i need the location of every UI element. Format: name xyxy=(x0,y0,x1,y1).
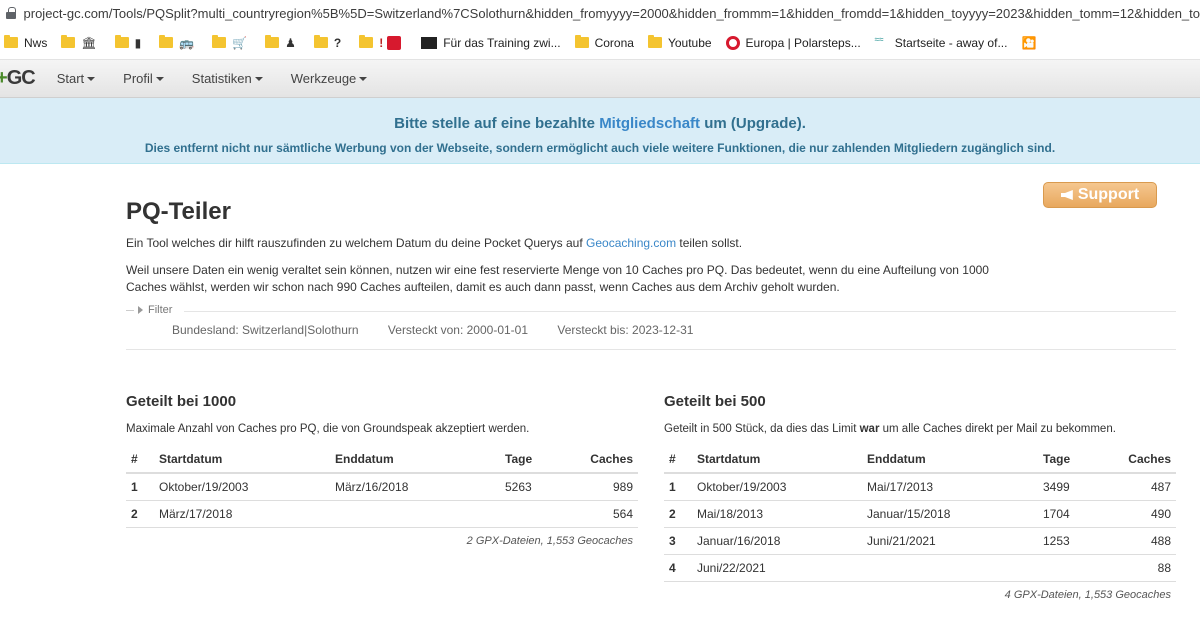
col-caches: Caches xyxy=(1098,446,1176,474)
banner-subtext: Dies entfernt nicht nur sämtliche Werbun… xyxy=(144,141,1056,155)
support-button[interactable]: Support xyxy=(1043,182,1157,208)
col-index: # xyxy=(126,446,154,474)
bookmark-person[interactable]: ♟ xyxy=(265,35,300,50)
bookmark-label: Europa | Polarsteps... xyxy=(745,35,861,50)
bookmark-phone[interactable]: ▮ xyxy=(114,35,146,50)
bookmark-polarsteps[interactable]: Europa | Polarsteps... xyxy=(725,35,861,50)
bookmark-label: Startseite - away of... xyxy=(894,35,1008,50)
folder-icon xyxy=(212,35,227,48)
col-index: # xyxy=(664,446,692,474)
phone-icon: ▮ xyxy=(134,35,142,50)
table-row: 1 Oktober/19/2003 Mai/17/2013 3499 487 xyxy=(664,473,1176,501)
nav-start[interactable]: Start xyxy=(57,71,96,86)
bookmark-label: Für das Training zwi... xyxy=(443,35,561,50)
caret-down-icon xyxy=(254,76,263,81)
project-gc-logo[interactable]: +GC xyxy=(0,67,36,90)
table-row: 2 Mai/18/2013 Januar/15/2018 1704 490 xyxy=(664,500,1176,528)
split-1000-summary: 2 GPX-Dateien, 1,553 Geocaches xyxy=(466,534,633,547)
upgrade-banner: Bitte stelle auf eine bezahlte Mitglieds… xyxy=(0,98,1200,164)
caret-down-icon xyxy=(359,76,368,81)
col-caches: Caches xyxy=(560,446,638,474)
bookmark-bank[interactable]: 🏛 xyxy=(61,35,100,50)
filter-toggle[interactable]: Filter xyxy=(126,304,172,316)
filter-region: Bundesland: Switzerland|Solothurn xyxy=(172,323,359,337)
intro-note: Weil unsere Daten ein wenig veraltet sei… xyxy=(126,263,989,294)
folder-icon xyxy=(647,35,662,48)
polarsteps-icon xyxy=(725,35,740,50)
filter-values: Bundesland: Switzerland|Solothurn Verste… xyxy=(172,323,719,337)
bookmark-youtube[interactable]: Youtube xyxy=(647,35,712,50)
bus-icon: 🚌 xyxy=(179,35,195,50)
caret-down-icon xyxy=(155,76,164,81)
bookmark-cinema[interactable]: 🎦 xyxy=(1021,36,1040,50)
bookmark-away[interactable]: ≈≈ Startseite - away of... xyxy=(874,34,1008,50)
folder-icon xyxy=(114,35,129,48)
expand-triangle-icon xyxy=(138,306,143,314)
red-favicon xyxy=(387,35,402,50)
split-500-section: Geteilt bei 500 Geteilt in 500 Stück, da… xyxy=(664,393,1176,601)
filter-to: Versteckt bis: 2023-12-31 xyxy=(557,323,694,337)
bookmark-cart[interactable]: 🛒 xyxy=(212,35,251,50)
cinema-icon: 🎦 xyxy=(1021,35,1037,50)
bookmark-label: Nws xyxy=(24,35,48,50)
question-icon: ? xyxy=(333,35,342,50)
bookmark-question[interactable]: ? xyxy=(313,35,345,50)
folder-icon xyxy=(4,35,18,48)
split-500-table: # Startdatum Enddatum Tage Caches 1 Okto… xyxy=(664,446,1176,582)
training-icon xyxy=(421,36,438,49)
split-1000-desc: Maximale Anzahl von Caches pro PQ, die v… xyxy=(126,423,530,435)
exclamation-icon: ! xyxy=(379,35,384,50)
bookmark-label: Youtube xyxy=(667,35,712,50)
cart-icon: 🛒 xyxy=(232,35,248,50)
col-start: Startdatum xyxy=(692,446,862,474)
bank-icon: 🏛 xyxy=(81,35,97,50)
away-icon: ≈≈ xyxy=(874,34,884,44)
folder-icon xyxy=(574,35,589,48)
megaphone-icon xyxy=(1060,190,1073,200)
table-row: 1 Oktober/19/2003 März/16/2018 5263 989 xyxy=(126,473,638,501)
split-500-title: Geteilt bei 500 xyxy=(664,393,766,410)
split-1000-section: Geteilt bei 1000 Maximale Anzahl von Cac… xyxy=(126,393,638,547)
bookmarks-bar: Nws 🏛 ▮ 🚌 🛒 ♟ ? ! Für das Training zwi..… xyxy=(0,26,1200,60)
folder-icon xyxy=(265,35,280,48)
col-end: Enddatum xyxy=(330,446,500,474)
folder-icon xyxy=(313,35,328,48)
bookmark-bus[interactable]: 🚌 xyxy=(159,35,198,50)
site-navbar: +GC Start Profil Statistiken Werkzeuge xyxy=(0,60,1200,98)
filter-from: Versteckt von: 2000-01-01 xyxy=(387,323,529,337)
table-row: 4 Juni/22/2021 88 xyxy=(664,554,1176,582)
col-days: Tage xyxy=(1038,446,1098,474)
bookmark-label: Corona xyxy=(594,35,634,50)
bookmark-corona[interactable]: Corona xyxy=(574,35,634,50)
page-title: PQ-Teiler xyxy=(126,198,231,225)
split-1000-table: # Startdatum Enddatum Tage Caches 1 Okto… xyxy=(126,446,638,528)
split-500-desc: Geteilt in 500 Stück, da dies das Limit … xyxy=(664,423,1116,435)
filter-panel: Filter Bundesland: Switzerland|Solothurn… xyxy=(126,304,1176,350)
banner-headline: Bitte stelle auf eine bezahlte Mitglieds… xyxy=(394,115,806,132)
nav-werkzeuge[interactable]: Werkzeuge xyxy=(291,71,368,86)
split-500-summary: 4 GPX-Dateien, 1,553 Geocaches xyxy=(1004,588,1171,601)
lock-icon xyxy=(6,7,16,19)
table-row: 2 März/17/2018 564 xyxy=(126,500,638,528)
folder-icon xyxy=(359,35,374,48)
col-days: Tage xyxy=(500,446,560,474)
membership-link[interactable]: Mitgliedschaft xyxy=(599,115,700,132)
split-1000-title: Geteilt bei 1000 xyxy=(126,393,237,410)
col-start: Startdatum xyxy=(154,446,330,474)
person-icon: ♟ xyxy=(285,35,296,50)
bookmark-exclamation[interactable]: ! xyxy=(359,35,407,50)
folder-icon xyxy=(61,35,76,48)
caret-down-icon xyxy=(87,76,96,81)
nav-statistiken[interactable]: Statistiken xyxy=(192,71,263,86)
bookmark-training[interactable]: Für das Training zwi... xyxy=(421,35,561,50)
bookmark-nws[interactable]: Nws xyxy=(4,35,48,50)
col-end: Enddatum xyxy=(862,446,1038,474)
address-bar[interactable]: project-gc.com/Tools/PQSplit?multi_count… xyxy=(0,0,1200,26)
url-text[interactable]: project-gc.com/Tools/PQSplit?multi_count… xyxy=(24,6,1200,21)
nav-profil[interactable]: Profil xyxy=(123,71,164,86)
folder-icon xyxy=(159,35,174,48)
geocaching-link[interactable]: Geocaching.com xyxy=(586,236,676,250)
intro-text: Ein Tool welches dir hilft rauszufinden … xyxy=(126,236,743,250)
table-row: 3 Januar/16/2018 Juni/21/2021 1253 488 xyxy=(664,527,1176,555)
